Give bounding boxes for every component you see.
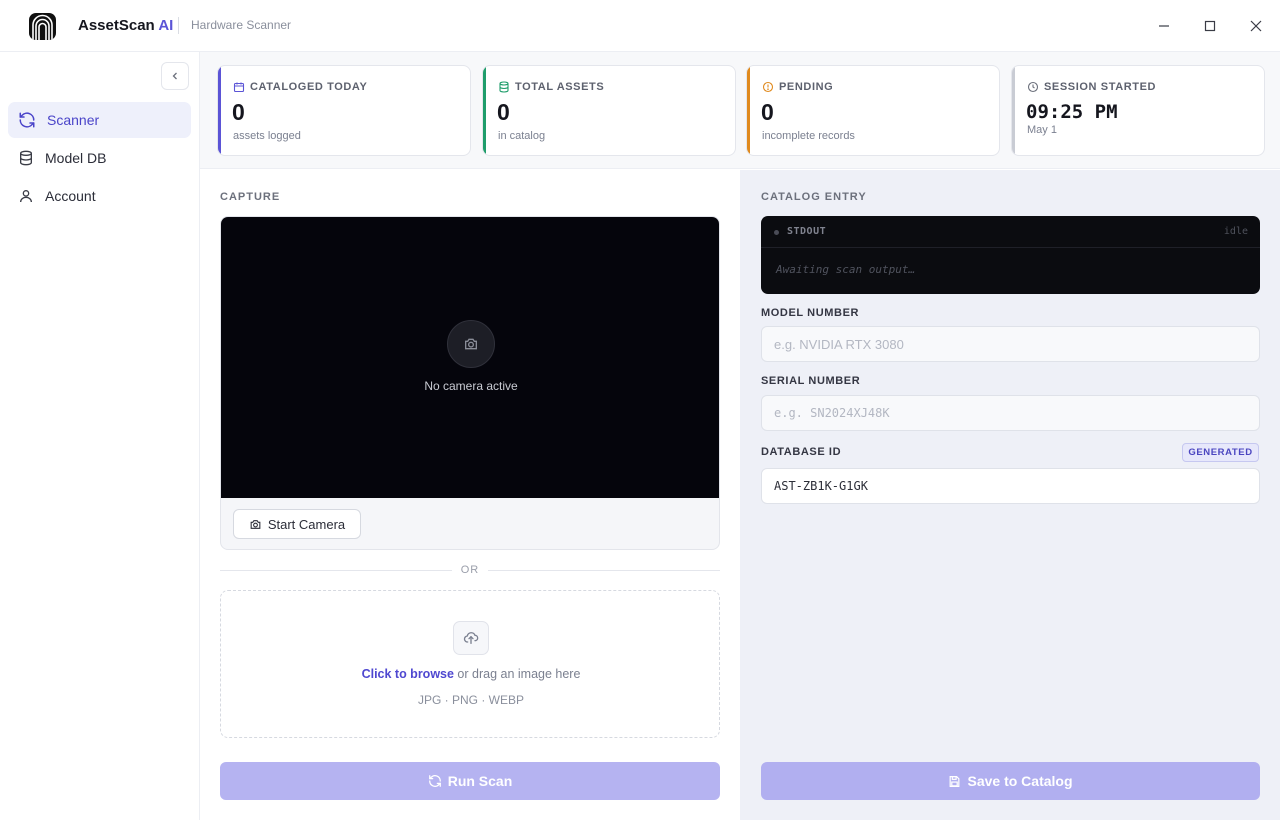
sidebar-item-model-db[interactable]: Model DB	[8, 140, 191, 176]
stat-sub: assets logged	[233, 130, 301, 142]
divider-left	[220, 570, 452, 571]
app-logo-icon	[29, 13, 56, 40]
chevron-left-icon	[172, 72, 177, 80]
stdout-terminal: STDOUT idle Awaiting scan output…	[761, 216, 1260, 294]
drop-instruction: or drag an image here	[453, 667, 581, 681]
terminal-status: idle	[1223, 226, 1248, 237]
start-camera-label: Start Camera	[267, 516, 346, 532]
database-icon	[20, 150, 32, 166]
stat-value: 0	[761, 99, 774, 125]
stat-value: 09:25 PM	[1026, 101, 1118, 123]
calendar-icon	[233, 82, 245, 93]
app-name-suffix: AI	[158, 17, 174, 34]
stat-label: CATALOGED TODAY	[250, 81, 368, 93]
close-button[interactable]	[1244, 14, 1268, 38]
refresh-icon	[428, 775, 441, 787]
terminal-header: STDOUT idle	[761, 216, 1260, 248]
sidebar-item-account[interactable]: Account	[8, 178, 191, 214]
camera-icon	[465, 338, 477, 350]
camera-card: No camera active Start Camera	[220, 216, 720, 550]
camera-icon	[250, 519, 261, 529]
title-divider	[178, 17, 179, 34]
maximize-button[interactable]	[1198, 14, 1222, 38]
close-icon	[1250, 20, 1262, 32]
save-to-catalog-button[interactable]: Save to Catalog	[761, 762, 1260, 800]
divider-right	[488, 570, 720, 571]
title-bar: AssetScan AI Hardware Scanner	[0, 0, 1280, 52]
stat-sub: in catalog	[498, 130, 546, 142]
upload-cloud-icon	[453, 621, 489, 655]
stat-session-started: SESSION STARTED 09:25 PM May 1	[1011, 65, 1265, 156]
terminal-status-dot	[774, 230, 779, 235]
model-number-input[interactable]	[761, 326, 1260, 362]
image-dropzone[interactable]: Click to browse or drag an image here JP…	[220, 590, 720, 738]
model-number-label: MODEL NUMBER	[761, 307, 860, 319]
generated-badge: GENERATED	[1182, 443, 1259, 462]
stat-value: 0	[497, 99, 510, 125]
stat-value: 0	[232, 99, 245, 125]
terminal-output: Awaiting scan output…	[776, 263, 916, 276]
run-scan-label: Run Scan	[447, 773, 513, 789]
app-name: AssetScan AI	[78, 17, 174, 34]
app-subtitle: Hardware Scanner	[191, 18, 292, 32]
sidebar-item-label: Scanner	[47, 112, 100, 128]
maximize-icon	[1204, 20, 1216, 32]
minimize-button[interactable]	[1152, 14, 1176, 38]
database-id-label: DATABASE ID	[761, 446, 842, 458]
camera-status-text: No camera active	[424, 379, 518, 393]
stat-accent-bar	[1012, 66, 1015, 155]
terminal-label: STDOUT	[787, 226, 827, 237]
camera-placeholder	[447, 320, 495, 368]
stat-label: TOTAL ASSETS	[515, 81, 605, 93]
user-icon	[20, 190, 32, 203]
alert-circle-icon	[762, 81, 774, 93]
sidebar: Scanner Model DB Account	[0, 52, 200, 820]
refresh-icon	[19, 112, 35, 128]
browse-link[interactable]: Click to browse	[362, 667, 454, 681]
sidebar-item-label: Account	[45, 188, 96, 204]
dropzone-text: Click to browse or drag an image here	[221, 667, 721, 681]
capture-section-label: CAPTURE	[220, 191, 281, 203]
stat-sub: May 1	[1027, 124, 1057, 136]
stat-accent-bar	[218, 66, 221, 155]
catalog-panel: CATALOG ENTRY STDOUT idle Awaiting scan …	[740, 170, 1280, 820]
stat-sub: incomplete records	[762, 130, 855, 142]
stat-accent-bar	[747, 66, 750, 155]
run-scan-button[interactable]: Run Scan	[220, 762, 720, 800]
stat-label: PENDING	[779, 81, 834, 93]
catalog-section-label: CATALOG ENTRY	[761, 191, 867, 203]
minimize-icon	[1159, 25, 1169, 27]
sidebar-item-scanner[interactable]: Scanner	[8, 102, 191, 138]
stats-row: CATALOGED TODAY 0 assets logged TOTAL AS…	[200, 52, 1280, 169]
clock-icon	[1027, 81, 1039, 93]
sidebar-collapse-button[interactable]	[161, 62, 189, 90]
database-icon	[499, 81, 509, 93]
stat-total-assets: TOTAL ASSETS 0 in catalog	[482, 65, 736, 156]
accepted-formats: JPG · PNG · WEBP	[417, 693, 524, 707]
save-icon	[950, 775, 960, 787]
capture-panel: CAPTURE No camera active Start Camera OR…	[200, 170, 740, 820]
save-label: Save to Catalog	[967, 773, 1073, 789]
serial-number-input[interactable]	[761, 395, 1260, 431]
camera-view: No camera active	[221, 217, 719, 498]
stat-pending: PENDING 0 incomplete records	[746, 65, 1000, 156]
serial-number-label: SERIAL NUMBER	[761, 375, 861, 387]
stat-label: SESSION STARTED	[1044, 81, 1157, 93]
start-camera-button[interactable]: Start Camera	[233, 509, 361, 539]
or-label: OR	[460, 564, 480, 576]
stat-accent-bar	[483, 66, 486, 155]
sidebar-item-label: Model DB	[45, 150, 107, 166]
stat-cataloged-today: CATALOGED TODAY 0 assets logged	[217, 65, 471, 156]
database-id-field: AST-ZB1K-G1GK	[761, 468, 1260, 504]
